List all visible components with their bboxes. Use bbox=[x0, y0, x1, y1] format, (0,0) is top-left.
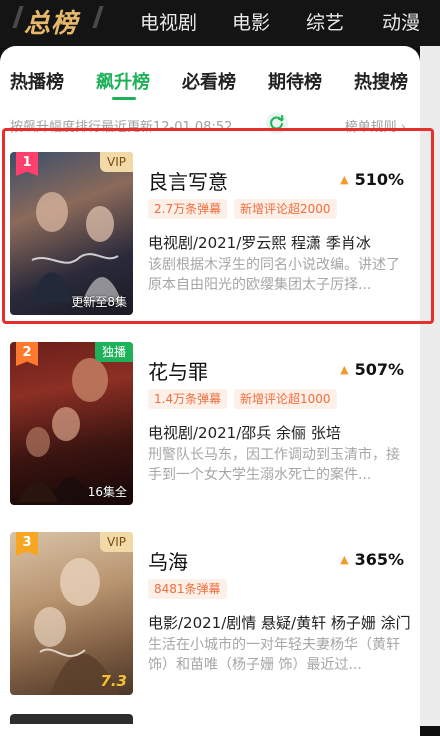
trend-up-icon: ▲ bbox=[340, 363, 349, 376]
list-item[interactable]: 3 VIP 7.3 乌海 ▲ 365% 8481条弹幕 电影/2021/剧情 悬疑… bbox=[0, 524, 420, 700]
vip-badge: VIP bbox=[100, 532, 133, 552]
trend-value: 507% bbox=[354, 360, 404, 379]
poster-image[interactable]: 3 VIP 7.3 bbox=[10, 532, 133, 695]
top-tab-variety[interactable]: 综艺 bbox=[306, 8, 344, 35]
trend-up-icon: ▲ bbox=[340, 553, 349, 566]
episode-status: 16集全 bbox=[87, 485, 127, 499]
subtab-rising[interactable]: 飙升榜 bbox=[96, 68, 150, 94]
poster-image[interactable]: 2 独播 16集全 bbox=[10, 342, 133, 505]
slash-decor bbox=[92, 6, 104, 28]
item-meta: 电影/2021/剧情 悬疑/黄轩 杨子姗 涂门 bbox=[148, 614, 411, 632]
exclusive-badge: 独播 bbox=[94, 342, 133, 362]
item-description: 生活在小城市的一对年轻夫妻杨华（黄轩 饰）和苗唯（杨子姗 饰）最近过... bbox=[148, 637, 400, 673]
tag-comments: 新增评论超1000 bbox=[234, 389, 337, 409]
trend-change: ▲ 507% bbox=[340, 360, 404, 379]
top-tab-tv[interactable]: 电视剧 bbox=[140, 8, 197, 35]
item-meta: 电视剧/2021/邵兵 余俪 张培 bbox=[148, 424, 341, 442]
item-title[interactable]: 乌海 bbox=[148, 546, 188, 575]
slash-decor bbox=[12, 6, 24, 28]
subtab-hot[interactable]: 热播榜 bbox=[10, 68, 64, 94]
top-tab-anime[interactable]: 动漫 bbox=[382, 8, 420, 35]
top-tab-overall[interactable]: 总榜 bbox=[24, 3, 78, 40]
tag-danmaku: 1.4万条弹幕 bbox=[148, 389, 228, 409]
trend-value: 365% bbox=[354, 550, 404, 569]
highlight-box bbox=[2, 128, 434, 324]
subtab-anticipated[interactable]: 期待榜 bbox=[268, 68, 322, 94]
active-tab-indicator bbox=[112, 97, 136, 100]
tag-danmaku: 8481条弹幕 bbox=[148, 579, 227, 599]
top-nav-bar: 总榜 电视剧 电影 综艺 动漫 bbox=[0, 0, 440, 48]
subtab-must-watch[interactable]: 必看榜 bbox=[182, 68, 236, 94]
top-tab-movie[interactable]: 电影 bbox=[232, 8, 270, 35]
next-poster-peek bbox=[10, 714, 133, 724]
item-title[interactable]: 花与罪 bbox=[148, 356, 208, 385]
trend-change: ▲ 365% bbox=[340, 550, 404, 569]
list-item[interactable]: 2 独播 16集全 花与罪 ▲ 507% 1.4万条弹幕 新增评论超1000 电视… bbox=[0, 334, 420, 510]
rating-score: 7.3 bbox=[100, 672, 127, 690]
subtab-hot-search[interactable]: 热搜榜 bbox=[354, 68, 408, 94]
item-description: 刑警队长马东，因工作调动到玉清市，接手到一个女大学生溺水死亡的案件... bbox=[148, 447, 400, 483]
